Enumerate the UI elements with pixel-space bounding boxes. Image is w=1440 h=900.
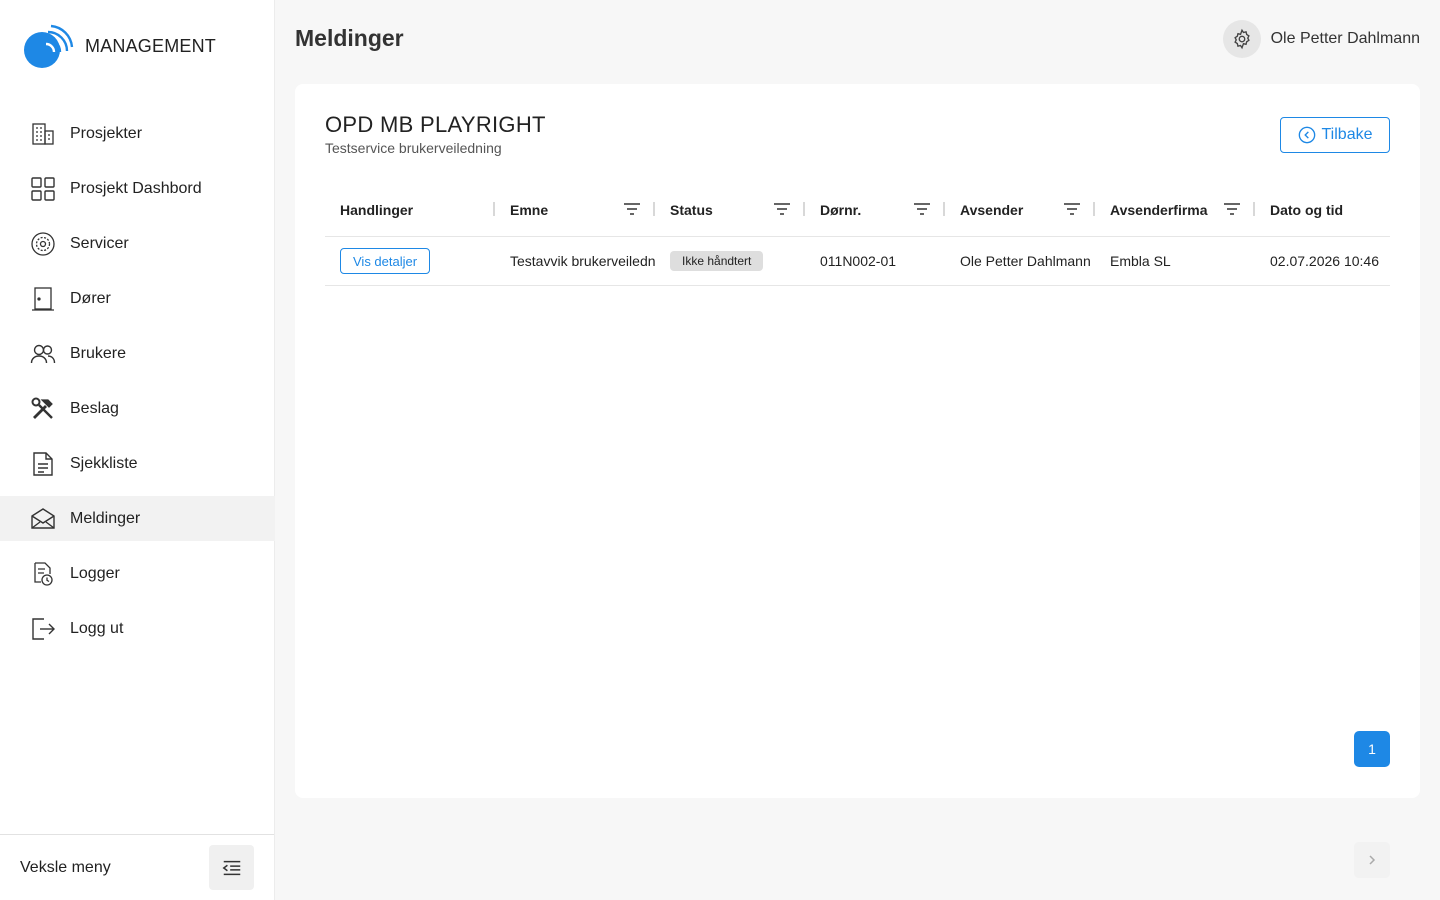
- sidebar-item-brukere[interactable]: Brukere: [0, 331, 275, 376]
- sidebar-nav: Prosjekter Prosjekt Dashbord Servicer Dø…: [0, 111, 275, 661]
- sidebar-item-label: Prosjekter: [70, 124, 143, 142]
- back-button-label: Tilbake: [1321, 126, 1373, 143]
- sidebar-item-beslag[interactable]: Beslag: [0, 386, 275, 431]
- sidebar-item-label: Dører: [70, 289, 111, 307]
- sidebar-item-sjekkliste[interactable]: Sjekkliste: [0, 441, 275, 486]
- collapse-menu-icon: [222, 860, 240, 875]
- sidebar-item-prosjekt-dashbord[interactable]: Prosjekt Dashbord: [0, 166, 275, 211]
- users-icon: [30, 341, 56, 367]
- pagination: 1: [1346, 731, 1390, 878]
- sidebar-footer: Veksle meny: [0, 834, 274, 900]
- document-icon: [30, 451, 56, 477]
- column-header-avsenderfirma: Avsenderfirma: [1095, 184, 1255, 236]
- column-header-handlinger: Handlinger: [325, 184, 495, 236]
- column-header-label: Emne: [510, 202, 549, 218]
- settings-button[interactable]: [1222, 20, 1261, 58]
- column-header-status: Status: [655, 184, 805, 236]
- chevron-left-circle-icon: [1298, 126, 1315, 144]
- back-button[interactable]: Tilbake: [1280, 117, 1390, 153]
- table-row: Vis detaljer Testavvik brukerveiledn Ikk…: [325, 237, 1390, 286]
- column-header-dornr: Dørnr.: [805, 184, 945, 236]
- column-header-label: Status: [670, 202, 713, 218]
- table-header: Handlinger Emne Status Dørnr. Avsender A…: [325, 184, 1390, 237]
- cell-datetime: 02.07.2026 10:46: [1270, 253, 1379, 269]
- sidebar-item-logger[interactable]: Logger: [0, 551, 275, 596]
- cell-door-number: 011N002-01: [820, 253, 897, 269]
- column-header-label: Avsender: [960, 202, 1024, 218]
- envelope-icon: [30, 506, 56, 532]
- log-clock-icon: [30, 561, 56, 587]
- service-subtitle: Testservice brukerveiledning: [325, 140, 502, 156]
- sidebar-item-label: Logger: [70, 564, 120, 582]
- view-details-button[interactable]: Vis detaljer: [340, 248, 431, 274]
- column-header-dato-og-tid: Dato og tid: [1255, 184, 1390, 236]
- column-header-label: Handlinger: [340, 202, 414, 218]
- sidebar-item-label: Servicer: [70, 234, 129, 252]
- chevron-right-icon: [1369, 855, 1376, 865]
- gear-icon: [1233, 28, 1250, 50]
- filter-icon[interactable]: [1223, 202, 1241, 216]
- next-page-button[interactable]: [1354, 842, 1390, 878]
- sidebar-item-servicer[interactable]: Servicer: [0, 221, 275, 266]
- column-header-avsender: Avsender: [945, 184, 1095, 236]
- sidebar-item-dorer[interactable]: Dører: [0, 276, 275, 321]
- column-header-emne: Emne: [495, 184, 655, 236]
- logout-icon: [30, 616, 56, 642]
- app-logo[interactable]: MANAGEMENT: [24, 24, 216, 68]
- filter-icon[interactable]: [773, 202, 791, 216]
- filter-icon[interactable]: [623, 202, 641, 216]
- sidebar-item-label: Beslag: [70, 399, 119, 417]
- toggle-menu-label: Veksle meny: [20, 858, 111, 876]
- filter-icon[interactable]: [1063, 202, 1081, 216]
- sidebar-item-label: Logg ut: [70, 619, 124, 637]
- sidebar-item-label: Meldinger: [70, 509, 141, 527]
- sidebar-item-label: Sjekkliste: [70, 454, 138, 472]
- sidebar-item-label: Brukere: [70, 344, 127, 362]
- messages-table: Handlinger Emne Status Dørnr. Avsender A…: [325, 184, 1390, 286]
- logo-icon: [24, 24, 74, 68]
- user-area: Ole Petter Dahlmann: [1222, 20, 1420, 58]
- cell-actions: Vis detaljer: [340, 237, 495, 285]
- cell-subject: Testavvik brukerveiledn: [510, 253, 655, 269]
- toggle-menu-button[interactable]: [209, 845, 254, 890]
- page-title: Meldinger: [295, 25, 404, 51]
- building-icon: [30, 121, 56, 147]
- cell-sender-company: Embla SL: [1110, 253, 1171, 269]
- service-gear-icon: [30, 231, 56, 257]
- project-title: OPD MB PLAYRIGHT: [325, 112, 546, 137]
- messages-card: OPD MB PLAYRIGHT Testservice brukerveile…: [295, 84, 1420, 878]
- page-button-current[interactable]: 1: [1354, 731, 1390, 767]
- status-badge: Ikke håndtert: [670, 251, 764, 271]
- filter-icon[interactable]: [913, 202, 931, 216]
- sidebar: MANAGEMENT Prosjekter Prosjekt Dashbord: [0, 0, 275, 900]
- column-header-label: Avsenderfirma: [1110, 202, 1208, 218]
- column-header-label: Dato og tid: [1270, 202, 1344, 218]
- door-icon: [30, 286, 56, 312]
- sidebar-item-meldinger[interactable]: Meldinger: [0, 496, 275, 541]
- cell-status: Ikke håndtert: [670, 237, 805, 285]
- column-header-label: Dørnr.: [820, 202, 862, 218]
- user-name[interactable]: Ole Petter Dahlmann: [1271, 30, 1420, 48]
- sidebar-item-label: Prosjekt Dashbord: [70, 179, 202, 197]
- sidebar-item-prosjekter[interactable]: Prosjekter: [0, 111, 275, 156]
- logo-text: MANAGEMENT: [85, 35, 217, 56]
- tools-icon: [30, 396, 56, 422]
- sidebar-item-logg-ut[interactable]: Logg ut: [0, 606, 275, 651]
- grid-icon: [30, 176, 56, 202]
- cell-sender: Ole Petter Dahlmann: [960, 253, 1091, 269]
